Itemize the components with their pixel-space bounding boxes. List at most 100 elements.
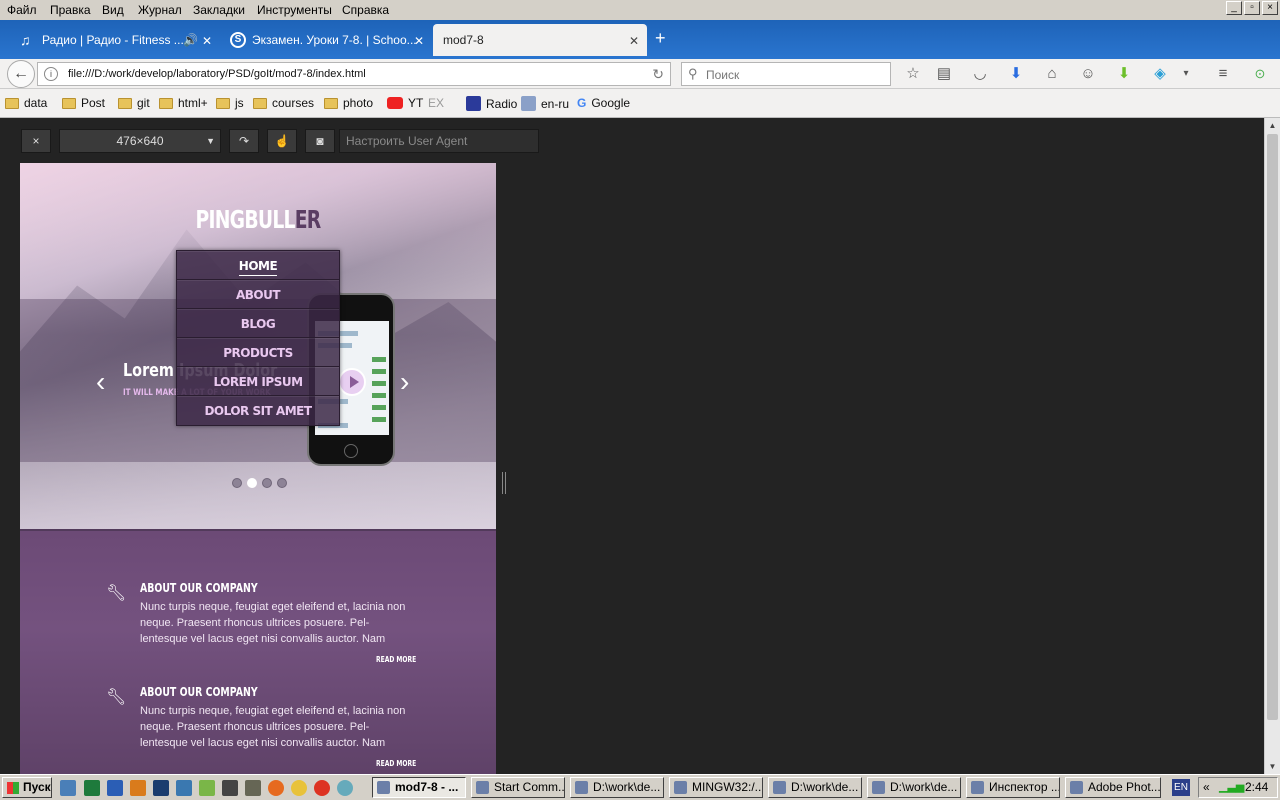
- slider-dot[interactable]: [262, 478, 272, 488]
- site-logo[interactable]: PINGBULLER: [80, 205, 437, 234]
- opera-icon[interactable]: [314, 780, 330, 796]
- scroll-down-icon[interactable]: ▼: [1265, 759, 1280, 774]
- app-icon[interactable]: [199, 780, 215, 796]
- task-photoshop[interactable]: Adobe Phot...: [1065, 777, 1161, 798]
- read-more-link[interactable]: READ MORE: [376, 655, 416, 664]
- bookmark-html[interactable]: html+: [159, 96, 208, 110]
- menu-bookmarks[interactable]: Закладки: [193, 3, 245, 17]
- read-more-link[interactable]: READ MORE: [376, 759, 416, 768]
- vertical-scrollbar[interactable]: ▲ ▼: [1264, 118, 1280, 774]
- chevron-down-icon: ▼: [206, 136, 215, 146]
- star-icon[interactable]: ☆: [903, 64, 923, 84]
- slider-dot[interactable]: [277, 478, 287, 488]
- chrome-icon[interactable]: [291, 780, 307, 796]
- back-arrow-icon[interactable]: ←: [7, 60, 35, 88]
- new-tab-icon[interactable]: +: [655, 28, 666, 49]
- photoshop-icon[interactable]: [153, 780, 169, 796]
- speaker-icon[interactable]: 🔊: [183, 33, 198, 47]
- tab-radio[interactable]: ♫ Радио | Радио - Fitness ... 🔊 ✕: [20, 24, 220, 56]
- close-tab-icon[interactable]: ✕: [414, 34, 424, 48]
- rdm-size-select[interactable]: 476×640 ▼: [59, 129, 221, 153]
- python-icon[interactable]: [176, 780, 192, 796]
- menu-item-home[interactable]: HOME: [177, 251, 339, 280]
- bookmark-data[interactable]: data: [5, 96, 47, 110]
- menu-item-dolor-sit-amet[interactable]: DOLOR SIT AMET: [177, 396, 339, 425]
- extension-icon[interactable]: ◈: [1150, 64, 1170, 84]
- menu-item-blog[interactable]: BLOG: [177, 309, 339, 338]
- user-agent-input[interactable]: Настроить User Agent: [339, 129, 539, 153]
- scroll-up-icon[interactable]: ▲: [1265, 118, 1280, 133]
- globe-icon[interactable]: [337, 780, 353, 796]
- menu-view[interactable]: Вид: [102, 3, 124, 17]
- task-inspector[interactable]: Инспектор ...: [966, 777, 1060, 798]
- green-download-icon[interactable]: ⬇: [1114, 64, 1134, 84]
- slider-dot[interactable]: [232, 478, 242, 488]
- url-bar[interactable]: i file:///D:/work/develop/laboratory/PSD…: [37, 62, 671, 86]
- bookmark-label: courses: [272, 96, 315, 110]
- tray-expand-icon[interactable]: «: [1203, 778, 1210, 797]
- slider-dot-active[interactable]: [247, 478, 257, 488]
- search-input[interactable]: ⚲ Поиск: [681, 62, 891, 86]
- info-icon[interactable]: i: [44, 67, 58, 81]
- touch-button[interactable]: ☝: [267, 129, 297, 153]
- task-explorer-3[interactable]: D:\work\de...: [867, 777, 961, 798]
- bookmark-ex[interactable]: EX: [428, 96, 444, 110]
- scroll-thumb[interactable]: [1267, 134, 1278, 720]
- menu-bar: Файл Правка Вид Журнал Закладки Инструме…: [0, 0, 1280, 20]
- screenshot-button[interactable]: ◙: [305, 129, 335, 153]
- task-explorer-1[interactable]: D:\work\de...: [570, 777, 664, 798]
- tab-exam[interactable]: S Экзамен. Уроки 7-8. | Schoo... ✕: [230, 24, 432, 56]
- close-tab-icon[interactable]: ✕: [202, 34, 212, 48]
- pocket-icon[interactable]: ◡: [970, 64, 990, 84]
- slider-next-icon[interactable]: ›: [400, 368, 409, 396]
- home-icon[interactable]: ⌂: [1042, 64, 1062, 84]
- play-icon[interactable]: [338, 368, 366, 396]
- desktop-icon[interactable]: [60, 780, 76, 796]
- task-start-comm[interactable]: Start Comm...: [471, 777, 565, 798]
- task-mingw[interactable]: MINGW32:/...: [669, 777, 763, 798]
- word-icon[interactable]: [107, 780, 123, 796]
- reload-icon[interactable]: ↻: [652, 66, 664, 83]
- download-icon[interactable]: ⬇: [1006, 64, 1026, 84]
- cmd-icon[interactable]: [222, 780, 238, 796]
- menu-item-lorem-ipsum[interactable]: LOREM IPSUM: [177, 367, 339, 396]
- close-window-icon[interactable]: ×: [1262, 1, 1278, 15]
- minimize-icon[interactable]: _: [1226, 1, 1242, 15]
- bookmark-google[interactable]: G Google: [577, 96, 630, 110]
- bookmark-git[interactable]: git: [118, 96, 150, 110]
- menu-tools[interactable]: Инструменты: [257, 3, 332, 17]
- resize-handle[interactable]: [502, 472, 506, 494]
- tool-icon[interactable]: [245, 780, 261, 796]
- close-tab-icon[interactable]: ✕: [629, 34, 639, 48]
- bookmark-post[interactable]: Post: [62, 96, 105, 110]
- excel-icon[interactable]: [84, 780, 100, 796]
- chat-icon[interactable]: ☺: [1078, 64, 1098, 84]
- task-mod7-8[interactable]: mod7-8 - ...: [372, 777, 466, 798]
- bookmark-en-ru[interactable]: en-ru: [521, 96, 569, 111]
- rdm-close-button[interactable]: ×: [21, 129, 51, 153]
- menu-edit[interactable]: Правка: [50, 3, 91, 17]
- task-explorer-2[interactable]: D:\work\de...: [768, 777, 862, 798]
- start-button[interactable]: Пуск: [2, 777, 52, 798]
- menu-item-about[interactable]: ABOUT: [177, 280, 339, 309]
- ai-icon[interactable]: [130, 780, 146, 796]
- maximize-icon[interactable]: ▫: [1244, 1, 1260, 15]
- hamburger-menu-icon[interactable]: ≡: [1213, 64, 1233, 84]
- bookmark-photo[interactable]: photo: [324, 96, 373, 110]
- menu-file[interactable]: Файл: [7, 3, 37, 17]
- firefox-icon[interactable]: [268, 780, 284, 796]
- slider-prev-icon[interactable]: ‹: [96, 368, 105, 396]
- bookmark-courses[interactable]: courses: [253, 96, 314, 110]
- dropdown-icon[interactable]: ▾: [1176, 64, 1196, 84]
- menu-item-products[interactable]: PRODUCTS: [177, 338, 339, 367]
- rotate-button[interactable]: ↷: [229, 129, 259, 153]
- reading-list-icon[interactable]: ▤: [934, 64, 954, 84]
- bookmark-js[interactable]: js: [216, 96, 244, 110]
- bookmark-yt[interactable]: YT: [387, 96, 423, 110]
- menu-history[interactable]: Журнал: [138, 3, 182, 17]
- menu-help[interactable]: Справка: [342, 3, 389, 17]
- language-indicator[interactable]: EN: [1172, 779, 1190, 796]
- update-icon[interactable]: ⊙: [1250, 64, 1270, 84]
- tab-mod7-8[interactable]: mod7-8 ✕: [433, 24, 647, 56]
- bookmark-radio[interactable]: Radio: [466, 96, 517, 111]
